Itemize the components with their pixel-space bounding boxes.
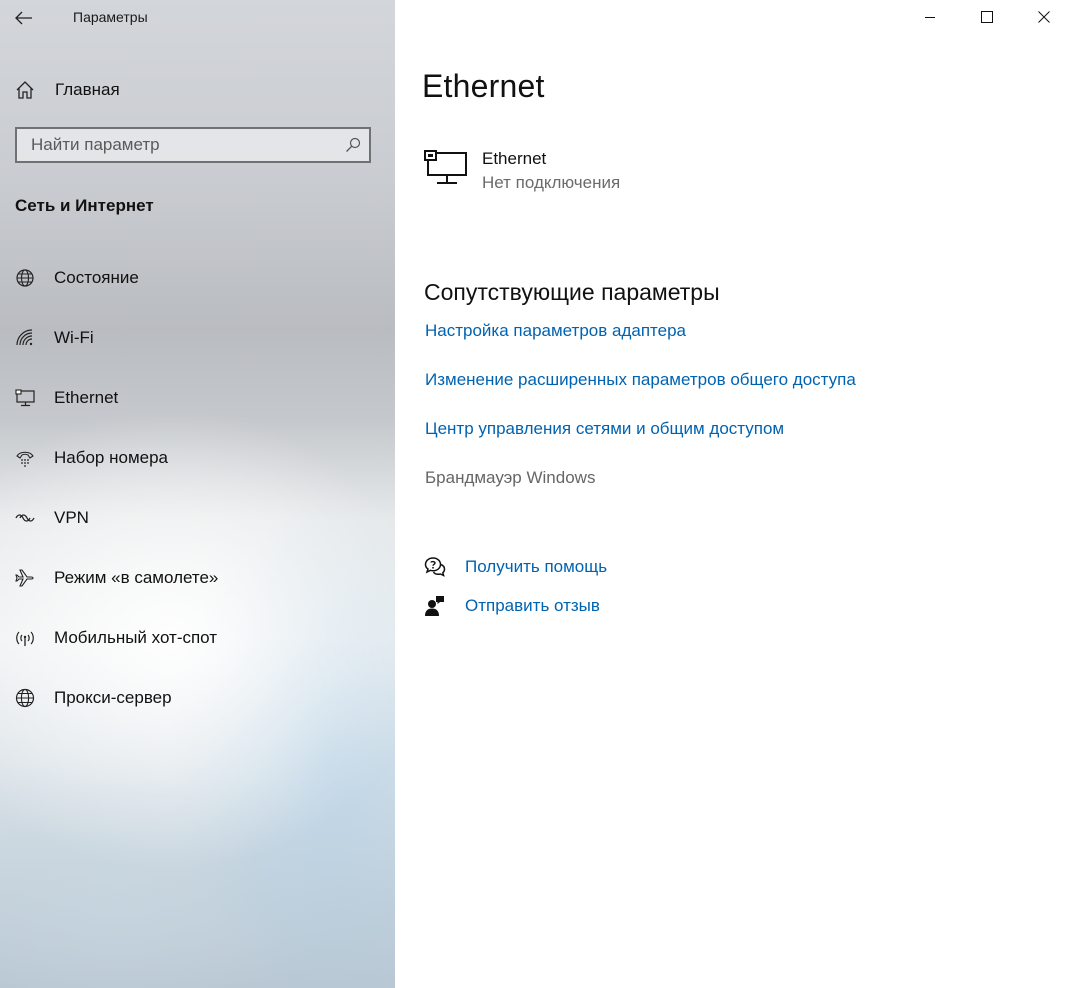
wifi-icon: [15, 328, 35, 348]
vpn-icon: [15, 508, 35, 528]
ethernet-icon: [15, 388, 35, 408]
firewall-link: Брандмауэр Windows: [425, 468, 596, 487]
sidebar-item-vpn[interactable]: VPN: [0, 488, 395, 548]
back-arrow-icon: [15, 11, 32, 25]
sidebar-item-hotspot[interactable]: Мобильный хот-спот: [0, 608, 395, 668]
close-icon: [1037, 11, 1050, 23]
network-center-link[interactable]: Центр управления сетями и общим доступом: [425, 417, 856, 466]
sidebar-item-label: Состояние: [54, 268, 139, 287]
sidebar-item-status[interactable]: Состояние: [0, 248, 395, 308]
globe-icon: [15, 688, 35, 708]
window-controls: [901, 0, 1072, 34]
home-label: Главная: [55, 80, 120, 99]
sidebar-item-label: Режим «в самолете»: [54, 568, 219, 587]
sidebar-item-ethernet[interactable]: Ethernet: [0, 368, 395, 428]
related-settings-title: Сопутствующие параметры: [424, 279, 720, 305]
help-chat-icon: [424, 556, 446, 578]
sharing-options-link[interactable]: Изменение расширенных параметров общего …: [425, 368, 856, 417]
home-icon: [16, 81, 34, 99]
home-link[interactable]: Главная: [15, 78, 120, 102]
maximize-button[interactable]: [958, 0, 1015, 34]
globe-status-icon: [15, 268, 35, 288]
back-button[interactable]: [8, 4, 40, 32]
maximize-icon: [980, 11, 993, 23]
dialup-icon: [15, 448, 35, 468]
help-section: Получить помощь Отправить отзыв: [424, 547, 607, 625]
close-button[interactable]: [1015, 0, 1072, 34]
send-feedback-link[interactable]: Отправить отзыв: [424, 586, 607, 625]
search-icon[interactable]: [345, 137, 361, 153]
get-help-link[interactable]: Получить помощь: [424, 547, 607, 586]
sidebar-item-airplane[interactable]: Режим «в самолете»: [0, 548, 395, 608]
sidebar-item-label: Мобильный хот-спот: [54, 628, 218, 647]
minimize-icon: [924, 17, 935, 18]
feedback-label: Отправить отзыв: [465, 595, 600, 615]
section-title: Сеть и Интернет: [15, 196, 154, 215]
adapter-settings-link[interactable]: Настройка параметров адаптера: [425, 319, 856, 368]
feedback-icon: [424, 595, 446, 617]
main-content: Ethernet Ethernet Нет подключения Сопутс…: [395, 0, 1072, 988]
page-title: Ethernet: [422, 68, 545, 104]
device-status: Нет подключения: [482, 173, 621, 192]
search-input[interactable]: [17, 129, 337, 161]
airplane-icon: [15, 568, 35, 588]
sidebar-item-label: Прокси-сервер: [54, 688, 172, 707]
ethernet-device[interactable]: Ethernet Нет подключения: [424, 148, 620, 196]
sidebar-item-proxy[interactable]: Прокси-сервер: [0, 668, 395, 728]
search-box: [15, 127, 371, 163]
sidebar-item-dialup[interactable]: Набор номера: [0, 428, 395, 488]
sidebar-item-label: Wi-Fi: [54, 328, 94, 347]
sidebar-nav: Состояние Wi-Fi Ethernet Набор номера VP…: [0, 248, 395, 728]
title-bar: Параметры: [0, 0, 395, 36]
device-name: Ethernet: [482, 149, 547, 168]
sidebar-item-label: Ethernet: [54, 388, 119, 407]
sidebar-item-label: Набор номера: [54, 448, 168, 467]
sidebar: Параметры Главная Сеть и Интернет Состоя…: [0, 0, 395, 988]
app-title: Параметры: [73, 9, 148, 25]
get-help-label: Получить помощь: [465, 556, 608, 576]
sidebar-item-label: VPN: [54, 508, 89, 527]
sidebar-item-wifi[interactable]: Wi-Fi: [0, 308, 395, 368]
ethernet-device-icon: [424, 148, 470, 188]
related-links: Настройка параметров адаптера Изменение …: [425, 319, 856, 515]
minimize-button[interactable]: [901, 0, 958, 34]
hotspot-icon: [15, 628, 35, 648]
